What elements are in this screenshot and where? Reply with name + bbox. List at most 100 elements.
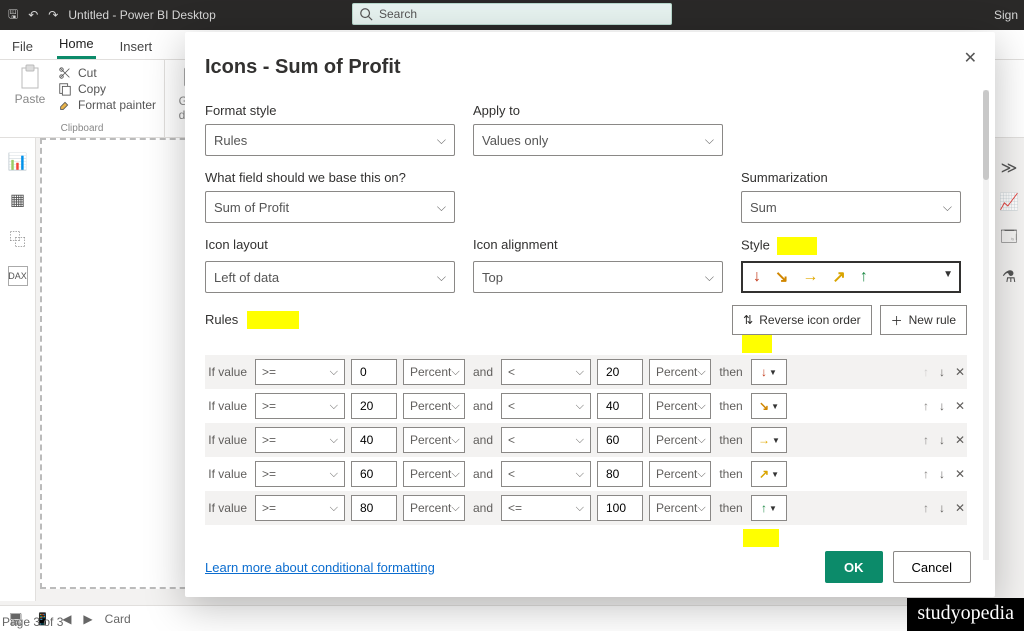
fields-pane-icon[interactable]: 🗔 (1000, 226, 1017, 253)
plus-icon: ＋ (891, 312, 903, 329)
tab-insert[interactable]: Insert (118, 33, 155, 59)
value1-input[interactable] (351, 495, 397, 521)
style-picker[interactable]: ↓ ↘ → ↗ ↑ ▼ (741, 261, 961, 293)
operator1-select[interactable]: >=⌵ (255, 393, 345, 419)
value2-input[interactable] (597, 393, 643, 419)
tab-home[interactable]: Home (57, 30, 96, 59)
delete-rule-icon[interactable]: ✕ (955, 501, 965, 515)
value1-input[interactable] (351, 393, 397, 419)
and-label: and (471, 467, 495, 481)
move-up-icon[interactable]: ↑ (923, 399, 929, 413)
move-up-icon[interactable]: ↑ (923, 501, 929, 515)
next-page-icon[interactable]: ▶ (83, 612, 92, 626)
cut-button[interactable]: Cut (58, 66, 156, 80)
apply-to-label: Apply to (473, 103, 723, 118)
icon-layout-select[interactable]: Left of data⌵ (205, 261, 455, 293)
save-icon[interactable]: 🖫 (8, 5, 18, 26)
value2-input[interactable] (597, 427, 643, 453)
sign-in[interactable]: Sign (994, 8, 1018, 22)
value1-input[interactable] (351, 359, 397, 385)
rule-row: If value >=⌵ Percent⌵ and <⌵ Percent⌵ th… (205, 389, 967, 423)
scrollbar[interactable] (983, 90, 989, 560)
tab-file[interactable]: File (10, 33, 35, 59)
move-down-icon[interactable]: ↓ (939, 433, 945, 447)
unit1-select[interactable]: Percent⌵ (403, 359, 465, 385)
operator2-select[interactable]: <⌵ (501, 427, 591, 453)
scissors-icon (58, 66, 72, 80)
move-down-icon[interactable]: ↓ (939, 467, 945, 481)
copy-button[interactable]: Copy (58, 82, 156, 96)
redo-icon[interactable]: ↷ (48, 8, 58, 22)
apply-to-select[interactable]: Values only⌵ (473, 124, 723, 156)
undo-icon[interactable]: ↶ (28, 8, 38, 22)
highlight-marker (777, 237, 817, 255)
model-view-icon[interactable]: ⿻ (8, 228, 28, 248)
operator1-select[interactable]: >=⌵ (255, 359, 345, 385)
icon-select[interactable]: ↘▼ (751, 393, 787, 419)
operator1-select[interactable]: >=⌵ (255, 461, 345, 487)
icon-select[interactable]: ↑▼ (751, 495, 787, 521)
unit1-select[interactable]: Percent⌵ (403, 427, 465, 453)
chevron-down-icon: ⌵ (437, 133, 446, 148)
cancel-button[interactable]: Cancel (893, 551, 971, 583)
filters-pane-icon[interactable]: ⚗ (1002, 267, 1016, 287)
move-up-icon[interactable]: ↑ (923, 467, 929, 481)
new-rule-button[interactable]: ＋New rule (880, 305, 967, 335)
unit1-select[interactable]: Percent⌵ (403, 495, 465, 521)
table-view-icon[interactable]: ▦ (8, 190, 28, 210)
unit2-select[interactable]: Percent⌵ (649, 495, 711, 521)
then-label: then (717, 433, 745, 447)
unit2-select[interactable]: Percent⌵ (649, 393, 711, 419)
search-box[interactable]: Search (352, 3, 672, 25)
operator1-select[interactable]: >=⌵ (255, 427, 345, 453)
value2-input[interactable] (597, 495, 643, 521)
style-arrow-down-icon: ↓ (753, 268, 761, 286)
icon-alignment-select[interactable]: Top⌵ (473, 261, 723, 293)
reverse-order-button[interactable]: ⇅Reverse icon order (732, 305, 871, 335)
base-field-select[interactable]: Sum of Profit⌵ (205, 191, 455, 223)
operator2-select[interactable]: <⌵ (501, 393, 591, 419)
value1-input[interactable] (351, 427, 397, 453)
move-up-icon[interactable]: ↑ (923, 433, 929, 447)
operator2-select[interactable]: <⌵ (501, 461, 591, 487)
operator1-select[interactable]: >=⌵ (255, 495, 345, 521)
delete-rule-icon[interactable]: ✕ (955, 399, 965, 413)
format-painter-button[interactable]: Format painter (58, 98, 156, 112)
format-style-select[interactable]: Rules⌵ (205, 124, 455, 156)
icon-select[interactable]: ↓▼ (751, 359, 787, 385)
delete-rule-icon[interactable]: ✕ (955, 467, 965, 481)
ok-button[interactable]: OK (825, 551, 883, 583)
delete-rule-icon[interactable]: ✕ (955, 365, 965, 379)
paste-button[interactable]: Paste (8, 64, 52, 106)
dax-view-icon[interactable]: DAX (8, 266, 28, 286)
icon-select[interactable]: ↗▼ (751, 461, 787, 487)
report-view-icon[interactable]: 📊 (8, 152, 28, 172)
unit2-select[interactable]: Percent⌵ (649, 427, 711, 453)
unit1-select[interactable]: Percent⌵ (403, 393, 465, 419)
icon-select[interactable]: →▼ (751, 427, 787, 453)
style-arrow-right-icon: → (802, 268, 818, 286)
close-icon[interactable]: ✕ (964, 48, 977, 68)
learn-more-link[interactable]: Learn more about conditional formatting (205, 560, 435, 575)
title-bar: 🖫 ↶ ↷ Untitled - Power BI Desktop Search… (0, 0, 1024, 30)
unit1-select[interactable]: Percent⌵ (403, 461, 465, 487)
summarization-select[interactable]: Sum⌵ (741, 191, 961, 223)
highlight-marker (743, 529, 779, 547)
left-view-rail: 📊 ▦ ⿻ DAX (0, 138, 36, 601)
chart-pane-icon[interactable]: 📈 (999, 192, 1019, 212)
move-down-icon[interactable]: ↓ (939, 365, 945, 379)
value1-input[interactable] (351, 461, 397, 487)
expand-icon[interactable]: ≫ (1001, 158, 1018, 178)
move-down-icon[interactable]: ↓ (939, 501, 945, 515)
operator2-select[interactable]: <=⌵ (501, 495, 591, 521)
value2-input[interactable] (597, 359, 643, 385)
unit2-select[interactable]: Percent⌵ (649, 461, 711, 487)
operator2-select[interactable]: <⌵ (501, 359, 591, 385)
icon-alignment-label: Icon alignment (473, 237, 723, 255)
unit2-select[interactable]: Percent⌵ (649, 359, 711, 385)
move-down-icon[interactable]: ↓ (939, 399, 945, 413)
prev-page-icon[interactable]: ◀ (62, 612, 71, 626)
style-arrow-up-icon: ↑ (860, 268, 868, 286)
value2-input[interactable] (597, 461, 643, 487)
delete-rule-icon[interactable]: ✕ (955, 433, 965, 447)
